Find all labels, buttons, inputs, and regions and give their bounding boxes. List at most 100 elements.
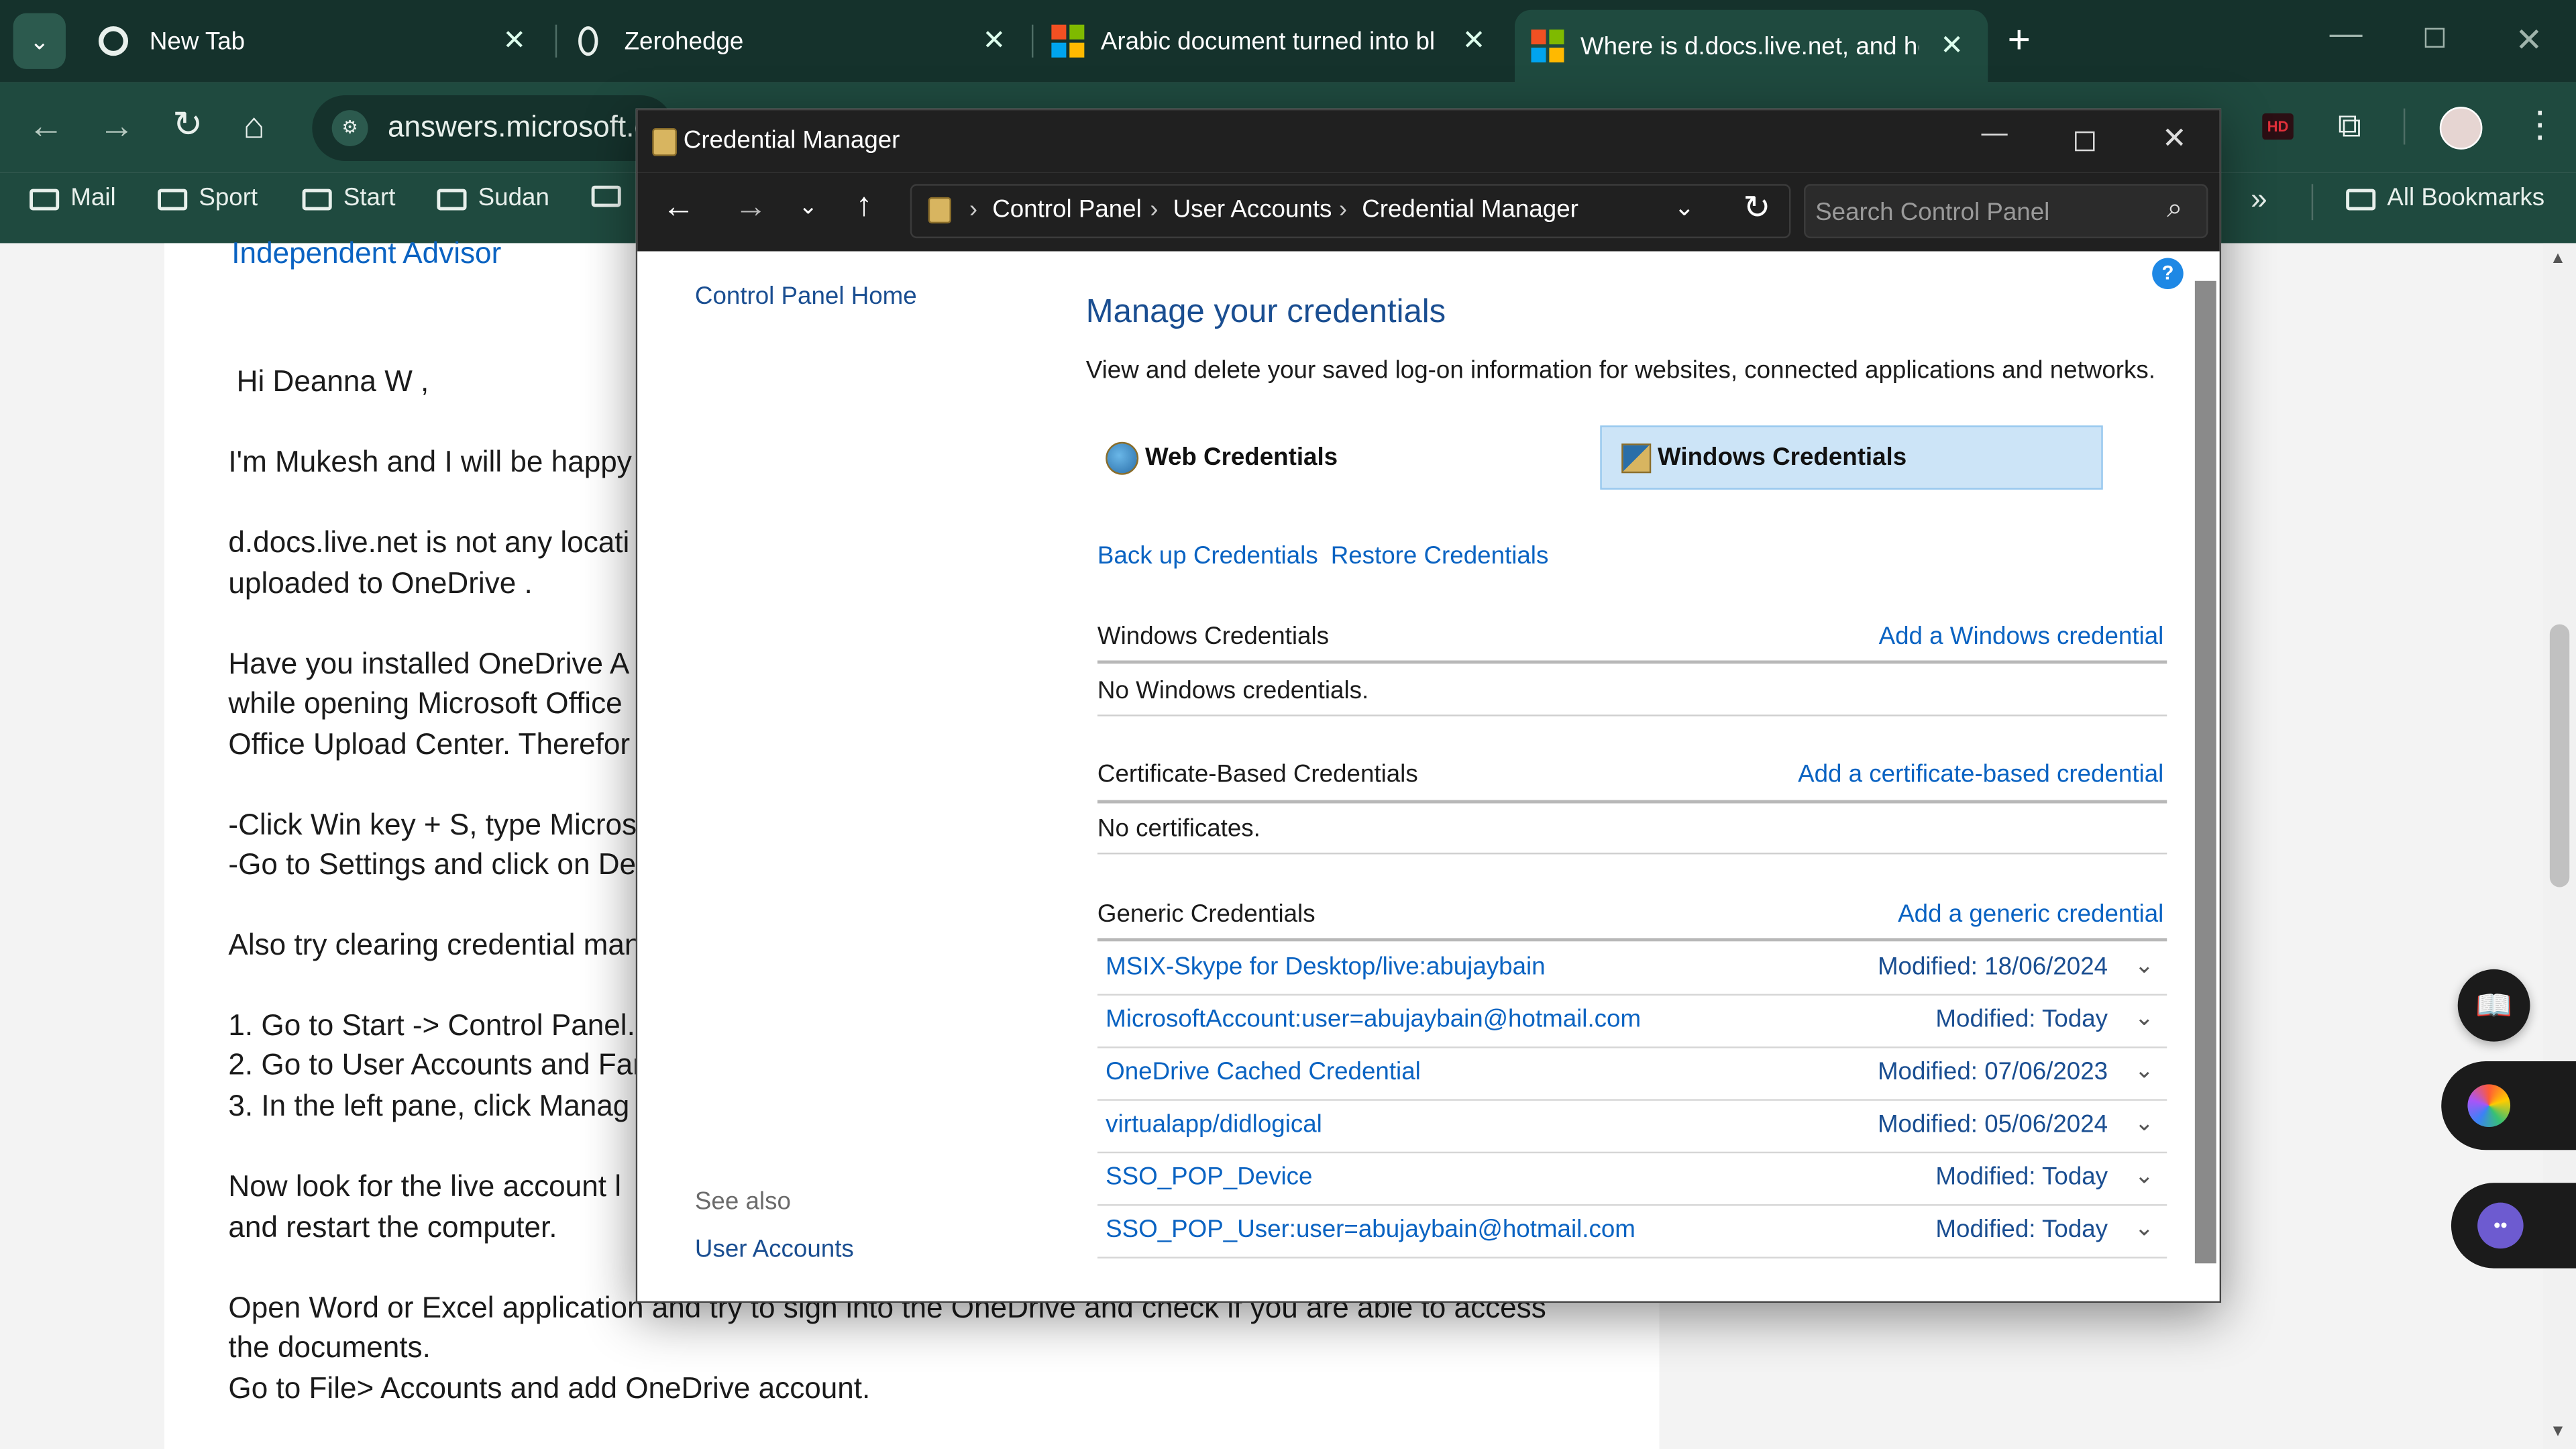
chevron-down-icon[interactable]: ⌄ bbox=[2135, 1161, 2154, 1189]
back-icon[interactable]: ← bbox=[28, 105, 64, 148]
credential-modified: Modified: Today bbox=[1935, 1216, 2108, 1244]
article-line: 3. In the left pane, click Manag bbox=[228, 1089, 630, 1122]
color-wheel-icon bbox=[2467, 1084, 2511, 1128]
credential-row[interactable]: MicrosoftAccount:user=abujaybain@hotmail… bbox=[1097, 994, 2167, 1049]
close-icon[interactable]: ✕ bbox=[983, 25, 1006, 58]
windows-vault-icon bbox=[1621, 443, 1652, 473]
chevron-down-icon[interactable]: ⌄ bbox=[2135, 1109, 2154, 1137]
hd-badge[interactable]: HD bbox=[2262, 113, 2294, 140]
chevron-down-icon[interactable]: ⌄ bbox=[2135, 1004, 2154, 1032]
assistant-icon: •• bbox=[2477, 1202, 2524, 1249]
add-generic-credential-link[interactable]: Add a generic credential bbox=[1898, 900, 2163, 928]
bookmark-sport[interactable]: Sport bbox=[158, 184, 258, 212]
advisor-label[interactable]: Independent Advisor bbox=[231, 237, 501, 271]
reader-mode-button[interactable]: 📖 bbox=[2457, 969, 2530, 1042]
tab-where-is-ddocs[interactable]: Where is d.docs.live.net, and ho ✕ bbox=[1514, 9, 1988, 83]
all-bookmarks[interactable]: All Bookmarks bbox=[2346, 184, 2544, 212]
search-icon[interactable]: ⌕ bbox=[2167, 193, 2182, 225]
forward-icon[interactable]: → bbox=[735, 189, 767, 227]
minimize-button[interactable]: — bbox=[2330, 16, 2363, 54]
credential-row[interactable]: SSO_POP_Device Modified: Today ⌄ bbox=[1097, 1152, 2167, 1206]
credential-row[interactable]: SSO_POP_User:user=abujaybain@hotmail.com… bbox=[1097, 1204, 2167, 1258]
chevron-down-icon[interactable]: ⌄ bbox=[2135, 1214, 2154, 1242]
breadcrumb-user-accounts[interactable]: User Accounts bbox=[1173, 195, 1332, 223]
up-icon[interactable]: ↑ bbox=[856, 187, 872, 225]
help-icon[interactable]: ? bbox=[2152, 258, 2184, 290]
page-scrollbar-thumb[interactable] bbox=[2549, 624, 2570, 888]
certificate-credentials-heading: Certificate-Based Credentials bbox=[1097, 760, 1418, 789]
avatar[interactable] bbox=[2439, 107, 2483, 150]
address-dropdown-icon[interactable]: ⌄ bbox=[1674, 193, 1695, 222]
sidebar-widget[interactable] bbox=[2441, 1061, 2576, 1150]
tab-new-tab[interactable]: New Tab ✕ bbox=[92, 11, 545, 70]
restore-button[interactable] bbox=[2424, 28, 2445, 48]
bookmark-mail[interactable]: Mail bbox=[30, 184, 116, 212]
breadcrumb-control-panel[interactable]: Control Panel bbox=[992, 195, 1142, 223]
credential-name: SSO_POP_User:user=abujaybain@hotmail.com bbox=[1106, 1216, 1635, 1244]
site-settings-icon[interactable]: ⚙ bbox=[331, 110, 368, 146]
window-scrollbar[interactable] bbox=[2194, 280, 2216, 1264]
window-minimize-button[interactable]: — bbox=[1981, 120, 2007, 150]
credential-modified: Modified: 05/06/2024 bbox=[1877, 1110, 2108, 1139]
assistant-widget[interactable]: •• bbox=[2451, 1183, 2576, 1269]
forward-icon[interactable]: → bbox=[99, 105, 135, 148]
credential-name: MSIX-Skype for Desktop/live:abujaybain bbox=[1106, 953, 1546, 981]
reload-icon[interactable]: ↻ bbox=[172, 103, 203, 146]
no-certificates: No certificates. bbox=[1097, 814, 1260, 843]
restore-credentials-link[interactable]: Restore Credentials bbox=[1331, 542, 1549, 570]
globe-vault-icon bbox=[1106, 441, 1139, 474]
tab-search-button[interactable]: ⌄ bbox=[13, 13, 66, 69]
breadcrumb-separator: › bbox=[1150, 195, 1159, 224]
back-icon[interactable]: ← bbox=[662, 189, 695, 227]
control-panel-home-link[interactable]: Control Panel Home bbox=[695, 282, 917, 311]
new-tab-button[interactable]: + bbox=[2008, 18, 2031, 64]
bookmark-start[interactable]: Start bbox=[302, 184, 395, 212]
chevron-down-icon[interactable]: ⌄ bbox=[2135, 951, 2154, 979]
scroll-up-arrow[interactable]: ▲ bbox=[2550, 250, 2566, 268]
window-maximize-button[interactable] bbox=[2075, 131, 2095, 152]
home-icon[interactable]: ⌂ bbox=[243, 105, 265, 148]
chevron-down-icon[interactable]: ⌄ bbox=[798, 193, 818, 221]
credential-row[interactable]: OneDrive Cached Credential Modified: 07/… bbox=[1097, 1046, 2167, 1101]
chevron-down-icon[interactable]: ⌄ bbox=[2135, 1057, 2154, 1085]
zerohedge-icon bbox=[578, 26, 598, 56]
window-title: Credential Manager bbox=[683, 126, 900, 155]
close-icon[interactable]: ✕ bbox=[502, 25, 526, 58]
no-windows-credentials: No Windows credentials. bbox=[1097, 676, 1369, 705]
credential-row[interactable]: MSIX-Skype for Desktop/live:abujaybain M… bbox=[1097, 941, 2167, 996]
breadcrumb-credential-manager[interactable]: Credential Manager bbox=[1362, 195, 1578, 223]
search-input[interactable]: Search Control Panel bbox=[1804, 184, 2208, 239]
extensions-icon[interactable]: ⧉ bbox=[2338, 109, 2361, 146]
see-also-label: See also bbox=[694, 1187, 791, 1216]
folder-icon bbox=[158, 189, 188, 211]
refresh-icon[interactable]: ↻ bbox=[1743, 187, 1770, 228]
microsoft-icon bbox=[1051, 24, 1085, 58]
bookmark-sudan[interactable]: Sudan bbox=[437, 184, 549, 212]
article-line: and restart the computer. bbox=[228, 1210, 557, 1244]
scroll-down-arrow[interactable]: ▼ bbox=[2550, 1423, 2566, 1441]
close-icon[interactable]: ✕ bbox=[1462, 25, 1486, 58]
folder-icon bbox=[30, 189, 60, 211]
credential-name: OneDrive Cached Credential bbox=[1106, 1058, 1421, 1086]
tab-zerohedge[interactable]: Zerohedge ✕ bbox=[572, 11, 1025, 70]
menu-icon[interactable]: ⋮ bbox=[2522, 103, 2558, 146]
web-credentials-tab[interactable]: Web Credentials bbox=[1095, 425, 1598, 490]
tab-divider bbox=[1031, 24, 1034, 58]
article-line: the documents. bbox=[228, 1330, 431, 1364]
backup-credentials-link[interactable]: Back up Credentials bbox=[1097, 542, 1318, 570]
add-windows-credential-link[interactable]: Add a Windows credential bbox=[1879, 623, 2164, 651]
close-window-button[interactable]: ✕ bbox=[2515, 19, 2542, 60]
windows-credentials-tab[interactable]: Windows Credentials bbox=[1600, 425, 2103, 490]
article-line: uploaded to OneDrive . bbox=[228, 566, 533, 600]
close-icon[interactable]: ✕ bbox=[1940, 30, 1964, 62]
article-line: d.docs.live.net is not any locati bbox=[228, 525, 630, 559]
add-certificate-credential-link[interactable]: Add a certificate-based credential bbox=[1798, 761, 2163, 789]
user-accounts-link[interactable]: User Accounts bbox=[695, 1236, 854, 1264]
credential-row[interactable]: virtualapp/didlogical Modified: 05/06/20… bbox=[1097, 1099, 2167, 1154]
tab-arabic-document[interactable]: Arabic document turned into bl ✕ bbox=[1051, 11, 1505, 70]
section-divider bbox=[1097, 660, 2167, 664]
more-bookmarks-icon[interactable]: » bbox=[2251, 182, 2267, 217]
article-line: 2. Go to User Accounts and Far bbox=[228, 1048, 643, 1081]
window-close-button[interactable]: ✕ bbox=[2162, 121, 2187, 156]
bookmark-folder[interactable] bbox=[591, 184, 621, 207]
